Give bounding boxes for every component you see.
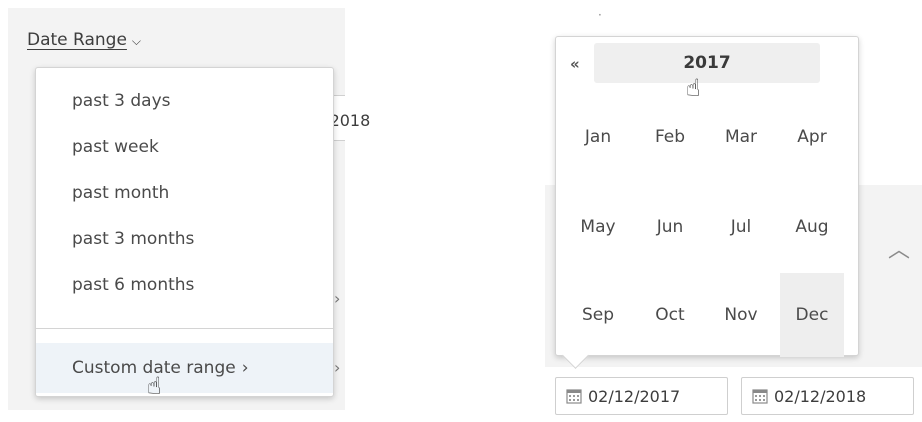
end-date-value: 02/12/2018 [774, 386, 867, 406]
month-aug[interactable]: Aug [780, 185, 844, 269]
calendar-icon [566, 388, 582, 404]
menu-item-custom-date-range[interactable]: Custom date range › [36, 343, 333, 393]
menu-item-past-week[interactable]: past week [36, 127, 333, 167]
chevron-right-icon: › [241, 358, 249, 378]
chevron-right-icon: › [334, 289, 341, 308]
date-range-menu: past 3 days past week past month past 3 … [35, 67, 334, 397]
left-panel: Date Range ⌵ 2/2018 › › past 3 days past … [8, 8, 370, 410]
month-sep[interactable]: Sep [566, 273, 630, 357]
date-range-label: Date Range [27, 30, 127, 50]
chevron-right-icon: › [334, 358, 341, 377]
month-jul[interactable]: Jul [709, 185, 773, 269]
end-date-input[interactable]: 02/12/2018 [741, 377, 914, 415]
calendar-icon [752, 388, 768, 404]
menu-item-past-3-months[interactable]: past 3 months [36, 219, 333, 259]
background-header [555, 0, 922, 30]
month-jan[interactable]: Jan [566, 95, 630, 179]
year-title-button[interactable]: 2017 [594, 43, 820, 83]
start-date-value: 02/12/2017 [588, 386, 681, 406]
month-dec-selected[interactable]: Dec [780, 273, 844, 357]
background-marker: · [598, 8, 602, 22]
month-jun[interactable]: Jun [638, 185, 702, 269]
month-apr[interactable]: Apr [780, 95, 844, 179]
menu-divider [36, 328, 333, 329]
menu-item-past-6-months[interactable]: past 6 months [36, 265, 333, 305]
menu-item-past-month[interactable]: past month [36, 173, 333, 213]
menu-item-past-3-days[interactable]: past 3 days [36, 81, 333, 121]
chevron-up-icon[interactable]: ︿ [888, 232, 910, 264]
start-date-input[interactable]: 02/12/2017 [555, 377, 728, 415]
month-nov[interactable]: Nov [709, 273, 773, 357]
right-panel: · ︿ « 2017 Jan Feb Mar Apr May Jun Jul A… [545, 0, 922, 422]
month-feb[interactable]: Feb [638, 95, 702, 179]
month-picker-popup: « 2017 Jan Feb Mar Apr May Jun Jul Aug S… [555, 36, 859, 357]
previous-year-button[interactable]: « [570, 55, 580, 73]
date-range-dropdown-trigger[interactable]: Date Range ⌵ [27, 30, 141, 50]
hand-pointer-icon: ☝ [147, 372, 162, 400]
month-may[interactable]: May [566, 185, 630, 269]
hand-pointer-icon: ☝ [686, 74, 701, 102]
chevron-down-icon: ⌵ [131, 34, 142, 48]
month-oct[interactable]: Oct [638, 273, 702, 357]
month-mar[interactable]: Mar [709, 95, 773, 179]
